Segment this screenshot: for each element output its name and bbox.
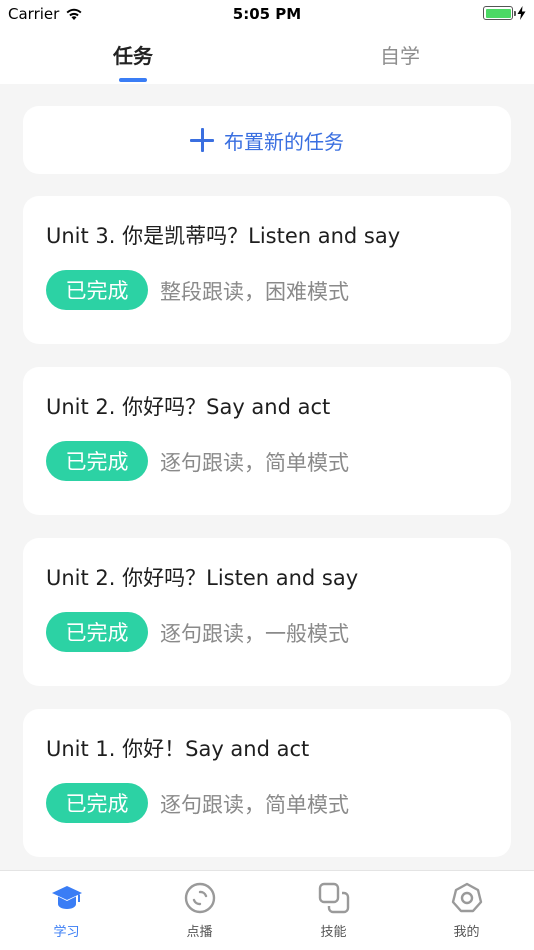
task-mode: 整段跟读，困难模式 <box>160 280 349 304</box>
nav-skills-label: 技能 <box>320 925 347 940</box>
profile-circle-icon <box>451 882 482 913</box>
nav-vod-label: 点播 <box>186 925 213 940</box>
task-title: Unit 3. 你是凯蒂吗？Listen and say <box>46 224 401 248</box>
battery-indicator <box>483 6 526 20</box>
active-tab-indicator <box>119 78 147 82</box>
task-title: Unit 2. 你好吗？Say and act <box>46 395 331 419</box>
graduation-cap-icon <box>51 886 82 909</box>
nav-mine[interactable]: 我的 <box>400 871 533 950</box>
top-tab-bar: 任务 自学 <box>0 28 534 84</box>
task-card[interactable]: Unit 3. 你是凯蒂吗？Listen and say 已完成 整段跟读，困难… <box>23 196 511 344</box>
task-mode: 逐句跟读，一般模式 <box>160 622 349 646</box>
status-badge: 已完成 <box>46 612 148 652</box>
new-task-label: 布置新的任务 <box>224 129 344 154</box>
task-card[interactable]: Unit 2. 你好吗？Listen and say 已完成 逐句跟读，一般模式 <box>23 538 511 686</box>
disc-icon <box>184 882 215 914</box>
tab-self-study[interactable]: 自学 <box>330 40 470 69</box>
task-title: Unit 1. 你好！Say and act <box>46 737 310 761</box>
new-task-button[interactable]: 布置新的任务 <box>23 106 511 174</box>
nav-vod[interactable]: 点播 <box>133 871 266 950</box>
nav-skills[interactable]: 技能 <box>267 871 400 950</box>
charging-bolt-icon <box>517 6 526 20</box>
task-title: Unit 2. 你好吗？Listen and say <box>46 566 359 590</box>
nav-study-label: 学习 <box>53 925 80 940</box>
status-badge: 已完成 <box>46 441 148 481</box>
tab-tasks[interactable]: 任务 <box>63 40 203 69</box>
copy-squares-icon <box>318 882 349 914</box>
task-mode: 逐句跟读，简单模式 <box>160 451 349 475</box>
bottom-nav: 学习 点播 技能 我的 <box>0 870 534 950</box>
task-card[interactable]: Unit 2. 你好吗？Say and act 已完成 逐句跟读，简单模式 <box>23 367 511 515</box>
nav-mine-label: 我的 <box>453 925 480 940</box>
plus-icon <box>190 128 214 152</box>
status-badge: 已完成 <box>46 270 148 310</box>
status-bar: Carrier 5:05 PM <box>0 0 534 28</box>
task-card[interactable]: Unit 1. 你好！Say and act 已完成 逐句跟读，简单模式 <box>23 709 511 857</box>
battery-icon <box>483 6 516 20</box>
status-time: 5:05 PM <box>232 5 302 23</box>
status-badge: 已完成 <box>46 783 148 823</box>
nav-study[interactable]: 学习 <box>0 871 133 950</box>
task-mode: 逐句跟读，简单模式 <box>160 793 349 817</box>
